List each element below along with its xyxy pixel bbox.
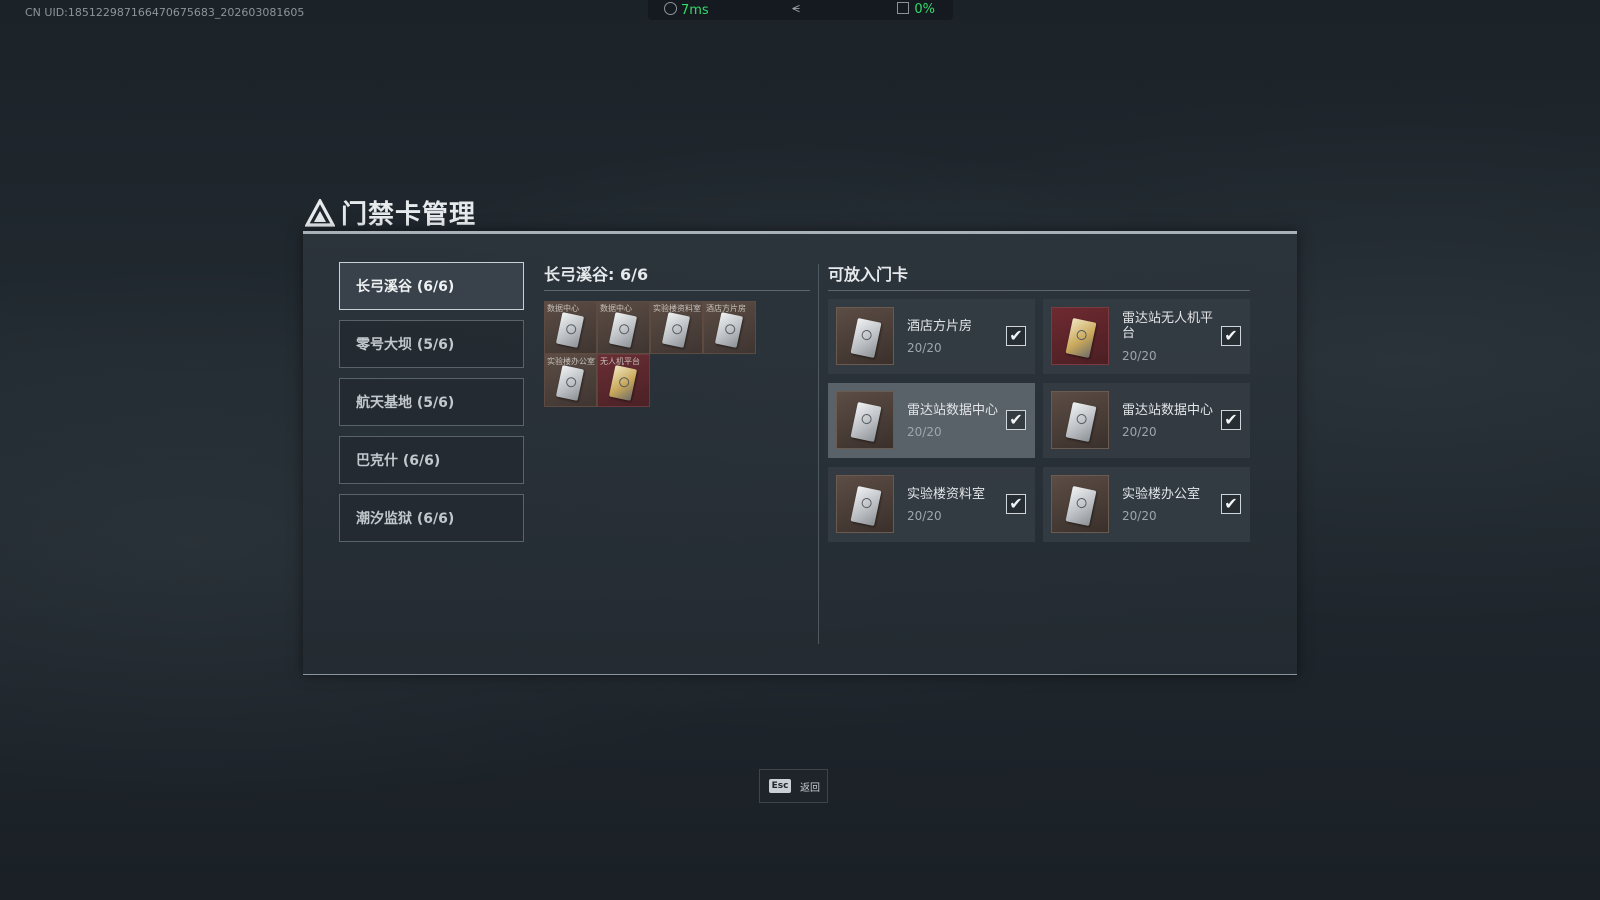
card-thumbnail <box>1051 307 1109 365</box>
installed-card-slot[interactable]: 实验楼资料室 <box>650 301 703 354</box>
available-card-item[interactable]: 实验楼办公室 20/20 ✔ <box>1043 467 1250 542</box>
region-tab[interactable]: 巴克什 (6/6) <box>339 436 524 484</box>
region-list: 长弓溪谷 (6/6) 零号大坝 (5/6) 航天基地 (5/6) 巴克什 (6/6) 潮… <box>339 262 526 552</box>
card-name: 实验楼办公室 <box>1122 487 1201 502</box>
installed-card-slot[interactable]: 数据中心 <box>544 301 597 354</box>
card-name: 雷达站数据中心 <box>1122 403 1214 418</box>
ping-indicator: 7ms <box>664 2 709 18</box>
card-checkbox[interactable]: ✔ <box>1221 410 1241 430</box>
installed-card-slot[interactable]: 实验楼办公室 <box>544 354 597 407</box>
card-checkbox[interactable]: ✔ <box>1006 494 1026 514</box>
installed-card-slot[interactable]: 数据中心 <box>597 301 650 354</box>
card-slot-grid: 数据中心 数据中心 实验楼资料室 酒店方片房实验楼办公室 无人机平台 <box>544 301 810 407</box>
card-count: 20/20 <box>907 341 942 355</box>
esc-key-icon: Esc <box>769 779 791 793</box>
card-thumbnail <box>1051 391 1109 449</box>
card-name: 实验楼资料室 <box>907 487 986 502</box>
page-title: 门禁卡管理 <box>305 194 476 231</box>
keycard-icon <box>1065 485 1097 527</box>
slot-label: 数据中心 <box>547 304 579 313</box>
chevron-double-down-icon[interactable]: ⪪ <box>792 0 800 16</box>
packet-loss-value: 0% <box>914 2 935 17</box>
card-name: 雷达站数据中心 <box>907 403 999 418</box>
installed-cards-heading: 长弓溪谷: 6/6 <box>544 261 810 291</box>
keycard-icon <box>555 312 585 348</box>
keycard-icon <box>608 312 638 348</box>
keycard-icon <box>661 312 691 348</box>
card-thumbnail <box>836 307 894 365</box>
keycard-icon <box>714 312 744 348</box>
slot-label: 实验楼办公室 <box>547 357 595 366</box>
card-count: 20/20 <box>1122 349 1157 363</box>
keycard-icon <box>850 317 882 359</box>
column-divider <box>818 264 819 644</box>
uid-label: CN UID:1851229871664706756​83_2026030816… <box>25 6 305 19</box>
available-cards-heading: 可放入门卡 <box>828 261 1250 291</box>
available-card-item[interactable]: 雷达站无人机平台 20/20 ✔ <box>1043 299 1250 374</box>
available-card-item[interactable]: 酒店方片房 20/20 ✔ <box>828 299 1035 374</box>
keycard-icon <box>850 485 882 527</box>
region-tab[interactable]: 潮汐监狱 (6/6) <box>339 494 524 542</box>
installed-card-slot[interactable]: 无人机平台 <box>597 354 650 407</box>
card-name: 雷达站无人机平台 <box>1122 311 1214 341</box>
region-tab[interactable]: 零号大坝 (5/6) <box>339 320 524 368</box>
keycard-icon <box>608 365 638 401</box>
card-thumbnail <box>1051 475 1109 533</box>
slot-label: 酒店方片房 <box>706 304 746 313</box>
warning-triangle-icon <box>305 199 335 227</box>
slot-label: 实验楼资料室 <box>653 304 701 313</box>
ping-value: 7ms <box>681 3 709 18</box>
card-count: 20/20 <box>907 509 942 523</box>
card-thumbnail <box>836 391 894 449</box>
packet-loss-indicator: 0% <box>897 2 935 17</box>
slot-label: 无人机平台 <box>600 357 640 366</box>
available-cards-column: 可放入门卡 酒店方片房 20/20 ✔ 雷达站无人机平台 20/20 ✔ 雷达站数据中心 20… <box>828 261 1250 542</box>
available-card-item[interactable]: 雷达站数据中心 20/20 ✔ <box>1043 383 1250 458</box>
installed-cards-column: 长弓溪谷: 6/6 数据中心 数据中心 实验楼资料室 酒店方片房实验楼办公室 无人机平台 <box>544 261 810 407</box>
keycard-icon <box>1065 401 1097 443</box>
card-count: 20/20 <box>1122 425 1157 439</box>
available-card-item[interactable]: 雷达站数据中心 20/20 ✔ <box>828 383 1035 458</box>
region-tab[interactable]: 航天基地 (5/6) <box>339 378 524 426</box>
keycard-icon <box>850 401 882 443</box>
available-card-grid: 酒店方片房 20/20 ✔ 雷达站无人机平台 20/20 ✔ 雷达站数据中心 20/20 ✔ 雷达… <box>828 299 1250 542</box>
keycard-icon <box>1065 317 1097 359</box>
card-checkbox[interactable]: ✔ <box>1006 326 1026 346</box>
performance-bar: 7ms ⪪ 0% <box>648 0 953 20</box>
region-tab[interactable]: 长弓溪谷 (6/6) <box>339 262 524 310</box>
slot-label: 数据中心 <box>600 304 632 313</box>
card-checkbox[interactable]: ✔ <box>1006 410 1026 430</box>
card-thumbnail <box>836 475 894 533</box>
back-button[interactable]: Esc 返回 <box>759 769 828 803</box>
available-card-item[interactable]: 实验楼资料室 20/20 ✔ <box>828 467 1035 542</box>
ping-gauge-icon <box>664 2 677 15</box>
page-title-text: 门禁卡管理 <box>341 200 477 230</box>
card-checkbox[interactable]: ✔ <box>1221 494 1241 514</box>
back-label: 返回 <box>800 783 820 794</box>
card-count: 20/20 <box>1122 509 1157 523</box>
installed-card-slot[interactable]: 酒店方片房 <box>703 301 756 354</box>
card-name: 酒店方片房 <box>907 319 973 334</box>
access-card-panel: 长弓溪谷 (6/6) 零号大坝 (5/6) 航天基地 (5/6) 巴克什 (6/6) 潮… <box>303 231 1297 675</box>
card-checkbox[interactable]: ✔ <box>1221 326 1241 346</box>
packet-loss-icon <box>897 2 910 14</box>
keycard-icon <box>555 365 585 401</box>
card-count: 20/20 <box>907 425 942 439</box>
